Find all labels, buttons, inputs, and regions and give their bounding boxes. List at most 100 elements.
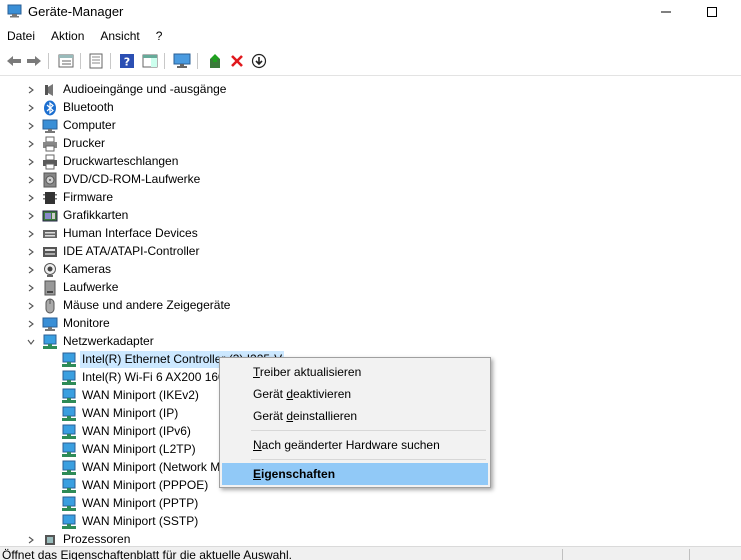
context-menu-separator	[251, 430, 486, 431]
update-driver-icon[interactable]	[205, 51, 225, 71]
tree-category[interactable]: Monitore	[0, 315, 741, 333]
adapter-icon	[61, 406, 77, 422]
tree-category[interactable]: Computer	[0, 117, 741, 135]
adapter-icon	[61, 352, 77, 368]
tree-item-label: Bluetooth	[63, 100, 114, 114]
expand-chevron-icon[interactable]	[26, 193, 36, 203]
tree-item-label: WAN Miniport (IP)	[82, 406, 179, 420]
disable-device-icon[interactable]	[249, 51, 269, 71]
maximize-button[interactable]	[689, 0, 735, 24]
mouse-icon	[42, 298, 58, 314]
menu-datei[interactable]: Datei	[0, 27, 42, 47]
tree-item-label: WAN Miniport (IKEv2)	[82, 388, 199, 402]
toolbar-separator	[164, 53, 165, 69]
tree-item-label: Grafikkarten	[63, 208, 129, 222]
tree-category[interactable]: IDE ATA/ATAPI-Controller	[0, 243, 741, 261]
expand-chevron-icon[interactable]	[26, 229, 36, 239]
expand-chevron-icon[interactable]	[26, 103, 36, 113]
tree-category[interactable]: Druckwarteschlangen	[0, 153, 741, 171]
tree-category[interactable]: Audioeingänge und -ausgänge	[0, 81, 741, 99]
tree-category[interactable]: Drucker	[0, 135, 741, 153]
ide-icon	[42, 244, 58, 260]
device-manager-app-icon	[7, 4, 23, 18]
expand-chevron-icon[interactable]	[26, 319, 36, 329]
tree-item-label: Kameras	[63, 262, 112, 276]
menu-ansicht[interactable]: Ansicht	[93, 27, 146, 47]
tree-category[interactable]: Firmware	[0, 189, 741, 207]
adapter-icon	[61, 442, 77, 458]
forward-arrow-icon[interactable]	[24, 51, 44, 71]
tree-category[interactable]: Netzwerkadapter	[0, 333, 741, 351]
context-menu-item[interactable]: Treiber aktualisieren	[222, 361, 488, 383]
status-divider	[562, 549, 563, 560]
tree-category[interactable]: Mäuse und andere Zeigegeräte	[0, 297, 741, 315]
tree-item-label: Computer	[63, 118, 116, 132]
expand-chevron-icon[interactable]	[26, 175, 36, 185]
expand-chevron-icon[interactable]	[26, 211, 36, 221]
context-menu-item[interactable]: Eigenschaften	[222, 463, 488, 485]
menu-help[interactable]: ?	[149, 27, 170, 47]
window-title: Geräte-Manager	[28, 4, 124, 19]
tree-item-label: WAN Miniport (PPPOE)	[82, 478, 209, 492]
collapse-chevron-icon[interactable]	[26, 337, 36, 347]
tree-category[interactable]: Grafikkarten	[0, 207, 741, 225]
expand-chevron-icon[interactable]	[26, 85, 36, 95]
tree-device-network-adapter[interactable]: WAN Miniport (PPTP)	[0, 495, 741, 513]
back-arrow-icon[interactable]	[4, 51, 24, 71]
graphics-card-icon	[42, 208, 58, 224]
properties-sheet-icon[interactable]	[86, 51, 106, 71]
tree-device-network-adapter[interactable]: WAN Miniport (SSTP)	[0, 513, 741, 531]
expand-chevron-icon[interactable]	[26, 535, 36, 545]
tree-category[interactable]: Laufwerke	[0, 279, 741, 297]
adapter-icon	[61, 478, 77, 494]
tree-category[interactable]: DVD/CD-ROM-Laufwerke	[0, 171, 741, 189]
context-menu-item[interactable]: Nach geänderter Hardware suchen	[222, 434, 488, 456]
camera-icon	[42, 262, 58, 278]
bluetooth-icon	[42, 100, 58, 116]
tree-item-label: Human Interface Devices	[63, 226, 198, 240]
computer-icon	[42, 118, 58, 134]
tree-category[interactable]: Prozessoren	[0, 531, 741, 546]
tree-category[interactable]: Human Interface Devices	[0, 225, 741, 243]
firmware-icon	[42, 190, 58, 206]
title-bar: Geräte-Manager	[0, 0, 741, 24]
monitor-scan-icon[interactable]	[172, 51, 192, 71]
adapter-icon	[61, 514, 77, 530]
expand-chevron-icon[interactable]	[26, 139, 36, 149]
adapter-icon	[61, 460, 77, 476]
tree-item-label: Firmware	[63, 190, 113, 204]
tree-view-icon[interactable]	[56, 51, 76, 71]
context-menu-item[interactable]: Gerät deinstallieren	[222, 405, 488, 427]
toolbar-separator	[110, 53, 111, 69]
processor-icon	[42, 532, 58, 546]
uninstall-x-icon[interactable]	[227, 51, 247, 71]
tree-category[interactable]: Kameras	[0, 261, 741, 279]
tree-item-label: WAN Miniport (L2TP)	[82, 442, 196, 456]
adapter-icon	[61, 388, 77, 404]
context-menu-item[interactable]: Gerät deaktivieren	[222, 383, 488, 405]
menu-aktion[interactable]: Aktion	[44, 27, 91, 47]
context-menu: Treiber aktualisieren Gerät deaktivieren G…	[219, 357, 491, 488]
audio-icon	[42, 82, 58, 98]
tree-item-label: Monitore	[63, 316, 110, 330]
monitor-icon	[42, 316, 58, 332]
expand-chevron-icon[interactable]	[26, 247, 36, 257]
toolbar-separator	[197, 53, 198, 69]
adapter-icon	[61, 496, 77, 512]
tree-item-label: Prozessoren	[63, 532, 131, 546]
toolbar: ?	[0, 50, 741, 72]
expand-chevron-icon[interactable]	[26, 283, 36, 293]
tree-item-label: WAN Miniport (PPTP)	[82, 496, 199, 510]
expand-chevron-icon[interactable]	[26, 121, 36, 131]
expand-chevron-icon[interactable]	[26, 265, 36, 275]
action-pane-icon[interactable]	[140, 51, 160, 71]
tree-item-label: Drucker	[63, 136, 106, 150]
tree-item-label: Laufwerke	[63, 280, 119, 294]
tree-category[interactable]: Bluetooth	[0, 99, 741, 117]
minimize-button[interactable]	[643, 0, 689, 24]
expand-chevron-icon[interactable]	[26, 301, 36, 311]
expand-chevron-icon[interactable]	[26, 157, 36, 167]
menu-bar: Datei Aktion Ansicht?	[0, 27, 171, 47]
tree-item-label: DVD/CD-ROM-Laufwerke	[63, 172, 201, 186]
help-icon[interactable]: ?	[117, 51, 137, 71]
